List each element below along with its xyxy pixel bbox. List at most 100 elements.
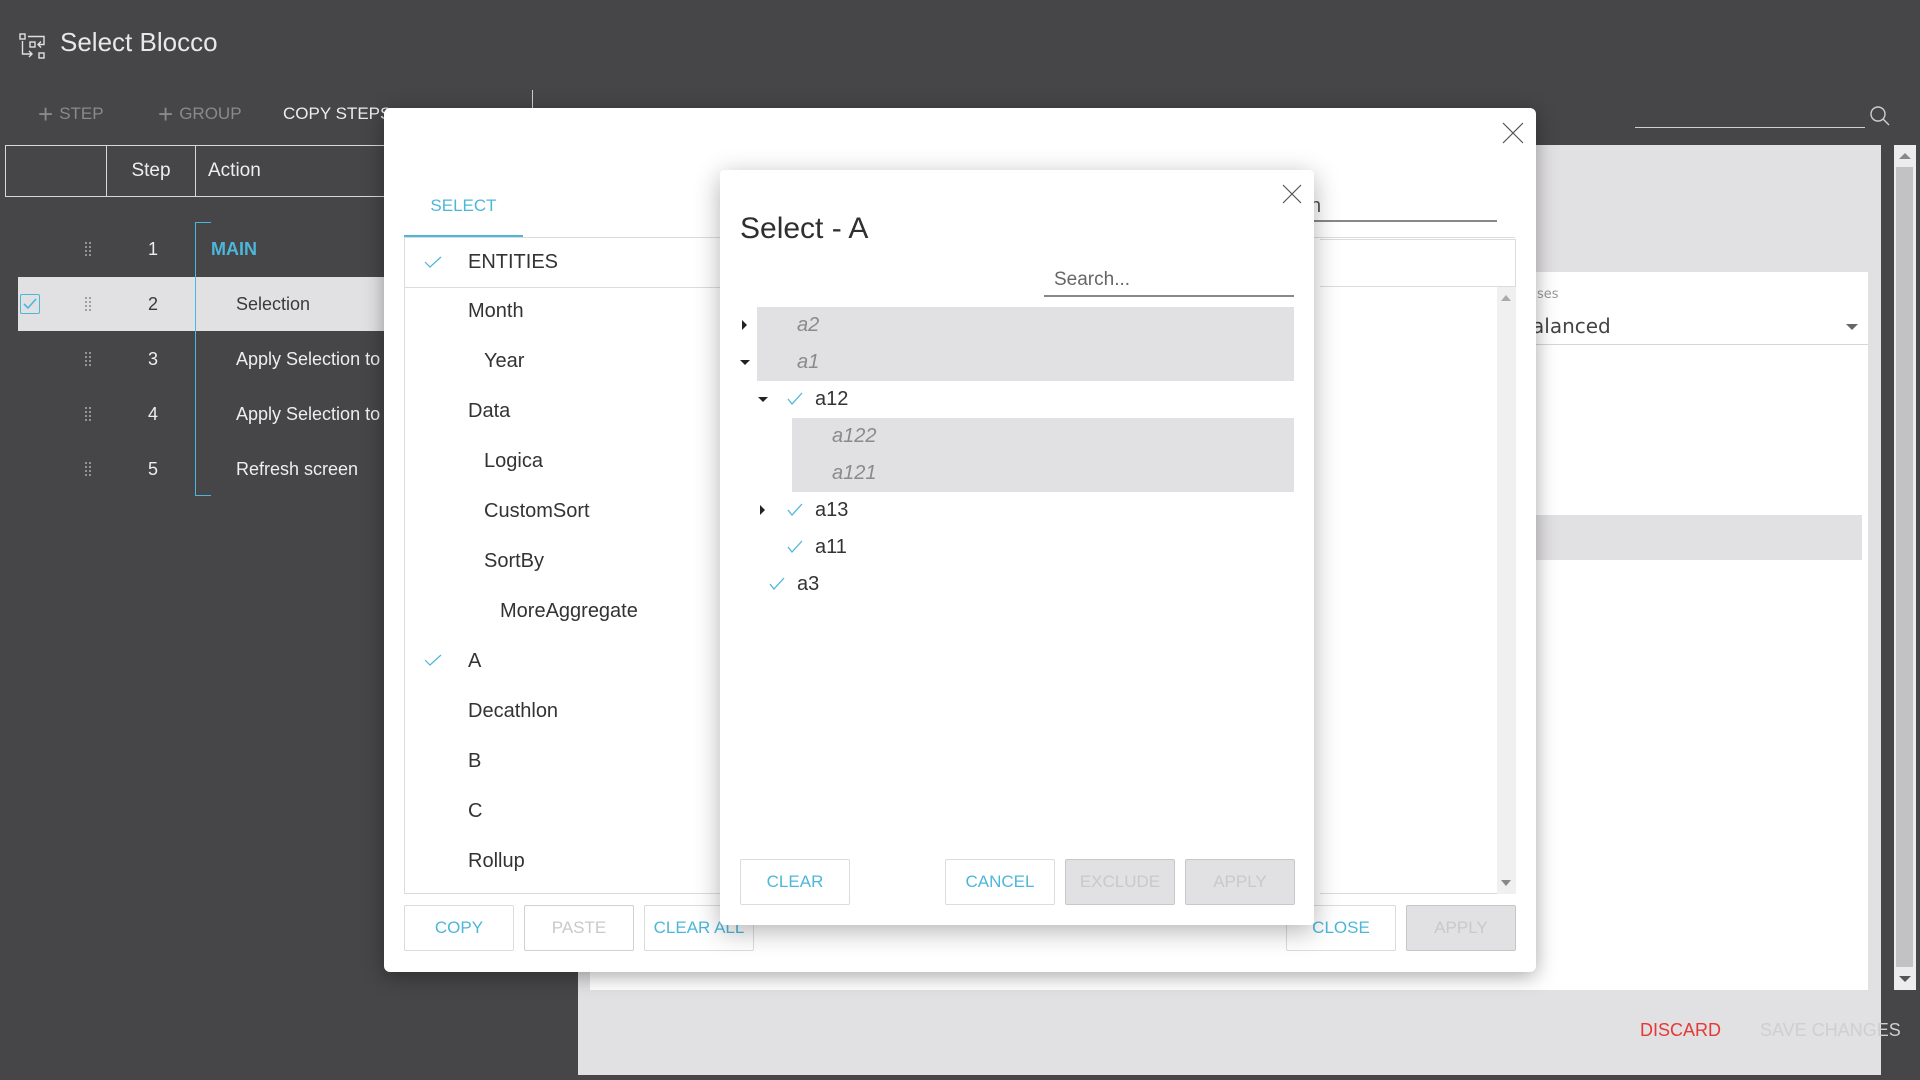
collapse-arrow-icon[interactable] (740, 360, 750, 365)
list-item[interactable]: Rollup (405, 836, 725, 886)
list-item[interactable]: Month (405, 286, 725, 336)
drag-handle-icon[interactable] (84, 351, 92, 367)
scroll-up-icon[interactable] (1501, 295, 1511, 301)
apply-button[interactable]: APPLY (1406, 905, 1516, 951)
tree-node[interactable]: a13 (740, 492, 1294, 529)
tree-node[interactable]: a3 (740, 566, 1294, 603)
exclude-button[interactable]: EXCLUDE (1065, 859, 1175, 905)
search-icon[interactable] (1868, 104, 1892, 128)
header-select (6, 146, 107, 196)
copy-button[interactable]: COPY (404, 905, 514, 951)
list-item[interactable]: Logica (405, 436, 725, 486)
list-item[interactable]: Decathlon (405, 686, 725, 736)
apply-selection-button[interactable]: APPLY (1185, 859, 1295, 905)
details-bar (1532, 515, 1862, 560)
details-scrollbar[interactable] (1894, 145, 1916, 990)
list-item-label: Month (468, 299, 524, 322)
list-item-label: C (468, 799, 483, 822)
header-search-input[interactable] (1635, 104, 1865, 128)
list-item[interactable]: Data (405, 386, 725, 436)
checkmark-icon (787, 503, 803, 517)
drag-handle-icon[interactable] (84, 241, 92, 257)
header-step: Step (107, 146, 196, 196)
dropdown-caret-icon[interactable] (1846, 324, 1858, 330)
step-action: Refresh screen (236, 458, 359, 479)
list-item-label: SortBy (484, 549, 545, 572)
paste-button[interactable]: PASTE (524, 905, 634, 951)
tab-select[interactable]: SELECT (404, 190, 523, 238)
list-item[interactable]: Year (405, 336, 725, 386)
scroll-down-icon[interactable] (1501, 880, 1511, 886)
drag-handle-icon[interactable] (84, 461, 92, 477)
list-item[interactable]: B (405, 736, 725, 786)
close-icon[interactable] (1500, 120, 1526, 146)
scroll-up-icon[interactable] (1899, 153, 1911, 159)
list-item-label: Decathlon (468, 699, 559, 722)
checkmark-icon (787, 392, 803, 406)
step-number: 3 (147, 348, 158, 369)
tree-node-label: a11 (815, 536, 847, 558)
add-group-button[interactable]: + GROUP (158, 98, 242, 129)
checkmark-icon (424, 256, 442, 268)
list-item-label: Logica (484, 449, 543, 472)
list-item[interactable]: C (405, 786, 725, 836)
tree-node-label: a122 (832, 425, 877, 447)
tree-node[interactable]: a1 (740, 344, 1294, 381)
scroll-down-icon[interactable] (1899, 976, 1911, 982)
tree-node-label: a13 (815, 499, 849, 521)
list-item[interactable]: CustomSort (405, 486, 725, 536)
list-item[interactable]: MoreAggregate (405, 586, 725, 636)
step-number: 5 (147, 458, 158, 479)
tree-node[interactable]: a11 (740, 529, 1294, 566)
checkmark-icon (23, 298, 37, 310)
plus-icon: + (38, 98, 54, 129)
step-number: 4 (147, 403, 158, 424)
checkmark-icon (787, 540, 803, 554)
discard-button[interactable]: DISCARD (1640, 1020, 1721, 1041)
list-item-label: CustomSort (484, 499, 590, 522)
field-label: ses (1537, 287, 1559, 302)
dimension-list: ENTITIES Month Year Data Logica CustomSo… (404, 238, 725, 894)
expand-arrow-icon[interactable] (760, 505, 765, 515)
tree-node[interactable]: a121 (740, 455, 1294, 492)
scroll-thumb[interactable] (1896, 167, 1913, 967)
step-action: Apply Selection to (236, 403, 381, 424)
copy-steps-button[interactable]: COPY STEPS (283, 104, 391, 124)
page-title: Select Blocco (60, 27, 218, 57)
member-search-input[interactable] (1044, 264, 1294, 297)
add-group-label: GROUP (179, 104, 242, 123)
dialog-title: Select - A (740, 212, 869, 245)
field-select-value[interactable]: alanced (1532, 314, 1611, 338)
drag-handle-icon[interactable] (84, 296, 92, 312)
collapse-arrow-icon[interactable] (758, 397, 768, 402)
copy-steps-label: COPY STEPS (283, 104, 392, 123)
tree-node[interactable]: a2 (740, 307, 1294, 344)
expand-arrow-icon[interactable] (742, 320, 747, 330)
list-item[interactable]: SortBy (405, 536, 725, 586)
cancel-button[interactable]: CANCEL (945, 859, 1055, 905)
list-item[interactable]: ENTITIES (405, 238, 725, 288)
row-checkbox[interactable] (20, 294, 40, 314)
close-icon[interactable] (1280, 182, 1304, 206)
step-number: 1 (147, 238, 158, 259)
drag-handle-icon[interactable] (84, 406, 92, 422)
save-changes-button[interactable]: SAVE CHANGES (1760, 1020, 1901, 1041)
tree-node[interactable]: a122 (740, 418, 1294, 455)
members-search-input[interactable] (1310, 192, 1497, 222)
list-item-label: ENTITIES (468, 251, 559, 273)
add-step-label: STEP (59, 104, 104, 123)
checkmark-icon (424, 654, 442, 666)
step-action: Selection (236, 293, 311, 314)
list-item-label: Rollup (468, 849, 525, 872)
step-number: 2 (147, 293, 158, 314)
tree-node[interactable]: a12 (740, 381, 1294, 418)
members-scrollbar[interactable] (1497, 287, 1516, 894)
workflow-blocks-icon (19, 33, 45, 59)
tree-node-label: a2 (797, 314, 820, 336)
list-item-label: Data (468, 399, 511, 422)
list-item[interactable]: A (405, 636, 725, 686)
field-underline (1532, 344, 1868, 345)
add-step-button[interactable]: + STEP (38, 98, 104, 129)
plus-icon: + (158, 98, 174, 129)
clear-button[interactable]: CLEAR (740, 859, 850, 905)
